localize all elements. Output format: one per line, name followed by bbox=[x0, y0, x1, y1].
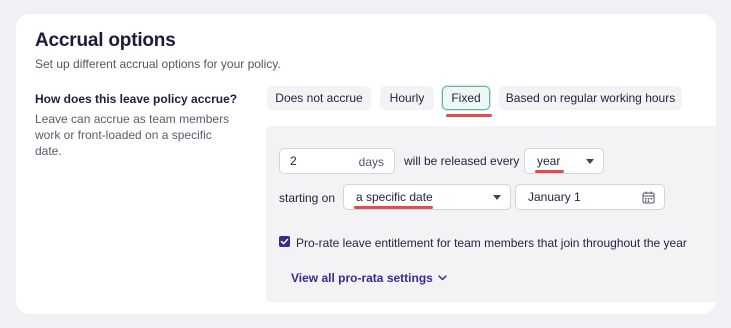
view-prorata-settings-link[interactable]: View all pro-rata settings bbox=[291, 271, 447, 285]
calendar-icon[interactable] bbox=[642, 191, 655, 204]
option-does-not-accrue[interactable]: Does not accrue bbox=[267, 86, 371, 110]
period-value: year bbox=[537, 154, 561, 168]
amount-value: 2 bbox=[290, 154, 297, 168]
prorate-checkbox[interactable] bbox=[279, 236, 290, 247]
chevron-down-icon bbox=[586, 159, 594, 164]
released-every-text: will be released every bbox=[404, 154, 520, 168]
option-hourly[interactable]: Hourly bbox=[380, 86, 434, 110]
date-value: January 1 bbox=[528, 190, 581, 204]
annotation-underline-date bbox=[354, 206, 433, 209]
starting-on-text: starting on bbox=[279, 191, 336, 205]
chevron-down-icon bbox=[493, 195, 501, 200]
check-icon bbox=[280, 238, 289, 245]
chevron-down-icon bbox=[438, 275, 447, 281]
prorate-label: Pro-rate leave entitlement for team memb… bbox=[296, 236, 687, 250]
section-subtitle: Set up different accrual options for you… bbox=[35, 57, 281, 71]
annotation-underline-fixed bbox=[446, 114, 492, 117]
view-prorata-settings-label: View all pro-rata settings bbox=[291, 271, 433, 285]
annotation-underline-year bbox=[535, 170, 564, 173]
accrual-question-label: How does this leave policy accrue? bbox=[35, 92, 238, 106]
accrual-question-help: Leave can accrue as team members work or… bbox=[35, 112, 230, 158]
amount-input[interactable]: 2 days bbox=[279, 148, 395, 174]
start-type-value: a specific date bbox=[356, 190, 433, 204]
date-input[interactable]: January 1 bbox=[515, 184, 665, 210]
option-fixed[interactable]: Fixed bbox=[442, 86, 490, 110]
section-title: Accrual options bbox=[35, 30, 176, 51]
option-based-on-working-hours[interactable]: Based on regular working hours bbox=[499, 86, 682, 110]
amount-unit: days bbox=[358, 155, 384, 169]
